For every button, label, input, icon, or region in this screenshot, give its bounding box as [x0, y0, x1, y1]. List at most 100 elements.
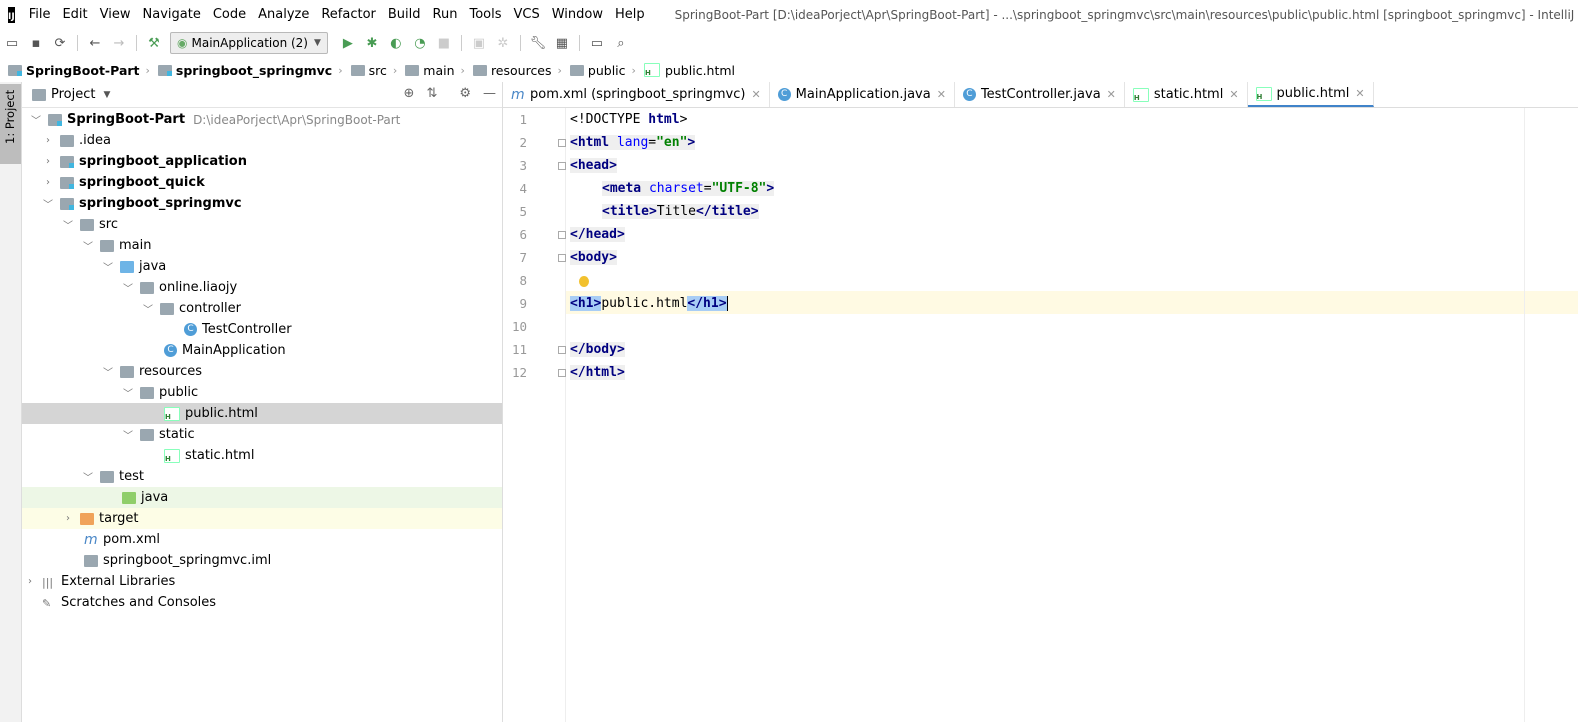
- tree-item-package[interactable]: ﹀ online.liaojy: [22, 277, 502, 298]
- tree-item-file[interactable]: m pom.xml: [22, 529, 502, 550]
- close-icon[interactable]: ✕: [751, 88, 760, 101]
- chevron-right-icon[interactable]: ›: [42, 177, 54, 188]
- forward-icon[interactable]: →: [111, 35, 127, 51]
- breadcrumb-item[interactable]: SpringBoot-Part ›: [0, 63, 150, 78]
- breadcrumb-item[interactable]: resources ›: [465, 63, 562, 78]
- chevron-down-icon[interactable]: ﹀: [122, 385, 134, 400]
- menu-tools[interactable]: Tools: [463, 0, 507, 30]
- tree-item-file[interactable]: springboot_springmvc.iml: [22, 550, 502, 571]
- chevron-down-icon[interactable]: ﹀: [102, 364, 114, 379]
- tree-item-class[interactable]: C TestController: [22, 319, 502, 340]
- fold-marker-icon[interactable]: [558, 231, 566, 239]
- code-editor[interactable]: <!DOCTYPE html> <html lang="en"> <head> …: [558, 108, 1578, 722]
- fold-marker-icon[interactable]: [558, 369, 566, 377]
- tree-item-module[interactable]: ﹀ springboot_springmvc: [22, 193, 502, 214]
- menu-refactor[interactable]: Refactor: [315, 0, 382, 30]
- editor-tab[interactable]: static.html ✕: [1125, 82, 1248, 107]
- terminal-icon[interactable]: ▭: [589, 35, 605, 51]
- editor-tab-active[interactable]: public.html ✕: [1247, 82, 1374, 107]
- close-icon[interactable]: ✕: [1107, 88, 1116, 101]
- breadcrumb-item[interactable]: springboot_springmvc ›: [150, 63, 343, 78]
- tree-item-excluded-folder[interactable]: › target: [22, 508, 502, 529]
- locate-target-icon[interactable]: ⊕: [404, 86, 415, 101]
- tree-item-idea[interactable]: › .idea: [22, 130, 502, 151]
- attach-debugger-icon[interactable]: ✲: [495, 35, 511, 51]
- project-tool-window-button[interactable]: 1: Project: [0, 84, 21, 164]
- profile-icon[interactable]: ◔: [412, 35, 428, 51]
- menu-navigate[interactable]: Navigate: [137, 0, 207, 30]
- chevron-down-icon[interactable]: ﹀: [62, 217, 74, 232]
- editor-tab[interactable]: C TestController.java ✕: [955, 82, 1125, 107]
- tree-item-class[interactable]: C MainApplication: [22, 340, 502, 361]
- tree-item-folder[interactable]: ﹀ public: [22, 382, 502, 403]
- editor-tab[interactable]: C MainApplication.java ✕: [770, 82, 955, 107]
- breadcrumb-item[interactable]: main ›: [397, 63, 465, 78]
- tree-item-resources-folder[interactable]: ﹀ resources: [22, 361, 502, 382]
- collapse-all-icon[interactable]: ⇅: [426, 86, 437, 101]
- save-icon[interactable]: ▪: [28, 35, 44, 51]
- stop-icon[interactable]: ■: [436, 35, 452, 51]
- breadcrumb-item[interactable]: public.html: [636, 63, 735, 78]
- chevron-down-icon[interactable]: ﹀: [102, 259, 114, 274]
- run-configuration-select[interactable]: ◉ MainApplication (2) ▼: [170, 32, 328, 54]
- tree-item-file[interactable]: static.html: [22, 445, 502, 466]
- tree-item-module[interactable]: › springboot_application: [22, 151, 502, 172]
- chevron-right-icon[interactable]: ›: [42, 156, 54, 167]
- chevron-right-icon[interactable]: ›: [42, 135, 54, 146]
- menu-edit[interactable]: Edit: [56, 0, 93, 30]
- fold-marker-icon[interactable]: [558, 346, 566, 354]
- menu-vcs[interactable]: VCS: [508, 0, 546, 30]
- chevron-down-icon[interactable]: ﹀: [142, 301, 154, 316]
- breadcrumb-item[interactable]: public ›: [562, 63, 636, 78]
- run-icon[interactable]: ▶: [340, 35, 356, 51]
- fold-marker-icon[interactable]: [558, 139, 566, 147]
- tree-item-folder[interactable]: ﹀ static: [22, 424, 502, 445]
- chevron-right-icon[interactable]: ›: [24, 576, 36, 587]
- debug-icon[interactable]: ✱: [364, 35, 380, 51]
- menu-analyze[interactable]: Analyze: [252, 0, 315, 30]
- close-icon[interactable]: ✕: [1355, 87, 1364, 100]
- menu-run[interactable]: Run: [427, 0, 464, 30]
- sync-icon[interactable]: ⟳: [52, 35, 68, 51]
- lightbulb-icon[interactable]: [579, 276, 589, 287]
- breadcrumb-item[interactable]: src ›: [343, 63, 397, 78]
- menu-build[interactable]: Build: [382, 0, 427, 30]
- tree-item-package[interactable]: ﹀ controller: [22, 298, 502, 319]
- tree-item-scratches[interactable]: ✎ Scratches and Consoles: [22, 592, 502, 613]
- tree-item-file-selected[interactable]: public.html: [22, 403, 502, 424]
- menu-code[interactable]: Code: [207, 0, 252, 30]
- chevron-down-icon[interactable]: ﹀: [122, 280, 134, 295]
- chevron-down-icon[interactable]: ﹀: [30, 112, 42, 127]
- chevron-down-icon[interactable]: ﹀: [82, 469, 94, 484]
- menu-window[interactable]: Window: [546, 0, 609, 30]
- build-hammer-icon[interactable]: ⚒: [146, 35, 162, 51]
- menu-view[interactable]: View: [94, 0, 137, 30]
- back-icon[interactable]: ←: [87, 35, 103, 51]
- menu-file[interactable]: File: [23, 0, 57, 30]
- tree-item-folder[interactable]: ﹀ main: [22, 235, 502, 256]
- editor-tab[interactable]: m pom.xml (springboot_springmvc) ✕: [503, 82, 770, 107]
- chevron-down-icon[interactable]: ﹀: [82, 238, 94, 253]
- open-folder-icon[interactable]: ▭: [4, 35, 20, 51]
- tree-item-project-root[interactable]: ﹀ SpringBoot-Part D:\ideaPorject\Apr\Spr…: [22, 109, 502, 130]
- chevron-right-icon[interactable]: ›: [62, 513, 74, 524]
- settings-wrench-icon[interactable]: 🔧︎: [530, 35, 547, 51]
- update-app-icon[interactable]: ▣: [471, 35, 487, 51]
- fold-marker-icon[interactable]: [558, 162, 566, 170]
- tree-item-folder[interactable]: ﹀ test: [22, 466, 502, 487]
- search-icon[interactable]: ⌕: [613, 35, 629, 51]
- close-icon[interactable]: ✕: [1229, 88, 1238, 101]
- tree-item-folder[interactable]: ﹀ src: [22, 214, 502, 235]
- project-structure-icon[interactable]: ▦: [554, 35, 570, 51]
- hide-panel-icon[interactable]: —: [483, 86, 496, 101]
- tree-item-source-folder[interactable]: ﹀ java: [22, 256, 502, 277]
- tree-item-external-libraries[interactable]: › ||| External Libraries: [22, 571, 502, 592]
- tree-item-test-folder[interactable]: java: [22, 487, 502, 508]
- gear-icon[interactable]: ⚙: [459, 86, 471, 101]
- chevron-down-icon[interactable]: ﹀: [122, 427, 134, 442]
- coverage-icon[interactable]: ◐: [388, 35, 404, 51]
- tree-item-module[interactable]: › springboot_quick: [22, 172, 502, 193]
- menu-help[interactable]: Help: [609, 0, 651, 30]
- close-icon[interactable]: ✕: [937, 88, 946, 101]
- chevron-down-icon[interactable]: ﹀: [42, 196, 54, 211]
